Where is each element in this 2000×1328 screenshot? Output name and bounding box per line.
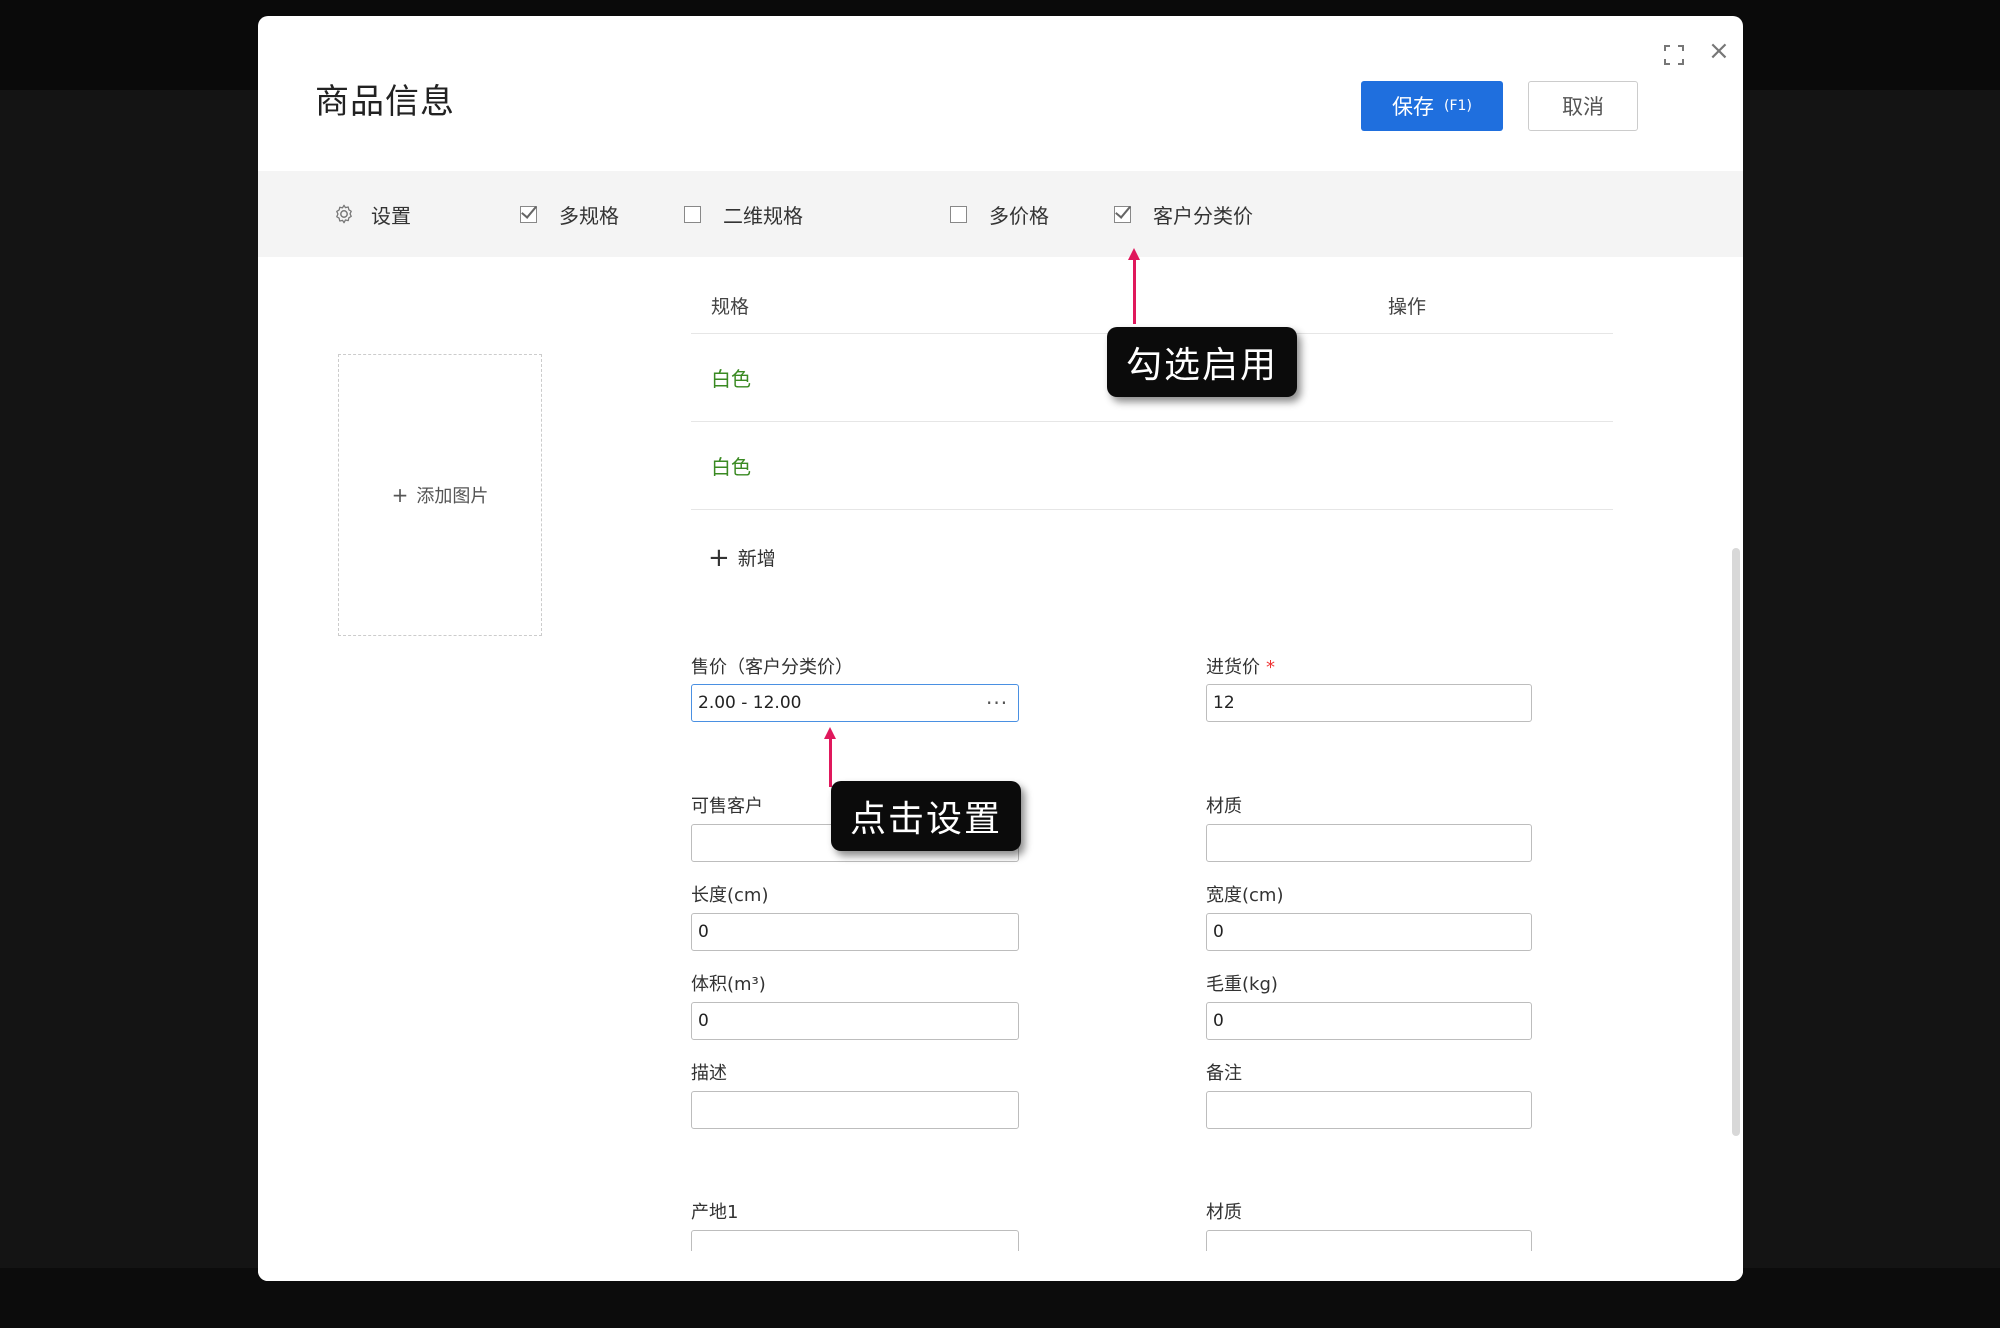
settings-button[interactable]: 设置 xyxy=(333,171,411,257)
volume-input[interactable] xyxy=(691,1002,1019,1040)
add-spec-label: 新增 xyxy=(737,548,776,570)
sale-price-input[interactable] xyxy=(691,684,1019,722)
customers-label: 可售客户 xyxy=(691,796,763,817)
remark-input[interactable] xyxy=(1206,1091,1532,1129)
scrollbar-thumb[interactable] xyxy=(1732,548,1740,1136)
width-label: 宽度(cm) xyxy=(1206,885,1284,906)
required-mark: * xyxy=(1266,657,1275,678)
close-icon[interactable]: × xyxy=(1708,36,1730,66)
add-image-button[interactable]: + 添加图片 xyxy=(338,354,542,636)
customer-class-price-label: 客户分类价 xyxy=(1153,203,1253,228)
gross-weight-input[interactable] xyxy=(1206,1002,1532,1040)
add-image-label: 添加图片 xyxy=(416,486,489,507)
product-info-dialog: 商品信息 × 保存 (F1) 取消 设置 多规格 二维规格 多价格 客户分类价 … xyxy=(258,16,1743,1281)
width-input[interactable] xyxy=(1206,913,1532,951)
spec-row-2[interactable]: 白色 xyxy=(711,451,751,480)
multi-spec-label: 多规格 xyxy=(559,203,619,228)
material-label: 材质 xyxy=(1206,796,1242,817)
remark-label: 备注 xyxy=(1206,1063,1242,1084)
table-divider xyxy=(691,509,1613,510)
settings-bar: 设置 多规格 二维规格 多价格 客户分类价 xyxy=(258,171,1743,257)
arrow-head-icon xyxy=(824,727,836,739)
option-customer-class-price[interactable]: 客户分类价 xyxy=(1114,171,1253,257)
2d-spec-label: 二维规格 xyxy=(723,203,803,228)
add-spec-button[interactable]: + 新增 xyxy=(708,544,776,571)
multi-spec-checkbox[interactable] xyxy=(520,205,537,223)
customer-class-price-checkbox[interactable] xyxy=(1114,205,1131,223)
more-options-icon[interactable]: ··· xyxy=(986,691,1008,715)
fullscreen-icon[interactable] xyxy=(1663,44,1685,66)
dialog-title: 商品信息 xyxy=(315,82,455,122)
plus-icon: + xyxy=(708,542,730,573)
gear-icon xyxy=(336,204,352,224)
origin-label: 产地1 xyxy=(691,1202,739,1223)
option-multi-spec[interactable]: 多规格 xyxy=(520,171,619,257)
save-button[interactable]: 保存 (F1) xyxy=(1361,81,1503,131)
material-input[interactable] xyxy=(1206,824,1532,862)
arrow-head-icon xyxy=(1128,248,1140,260)
save-shortcut: (F1) xyxy=(1444,98,1472,114)
material2-label: 材质 xyxy=(1206,1202,1242,1223)
tip-enable: 勾选启用 xyxy=(1107,327,1297,397)
option-2d-spec[interactable]: 二维规格 xyxy=(684,171,803,257)
gross-weight-label: 毛重(kg) xyxy=(1206,974,1278,995)
description-input[interactable] xyxy=(691,1091,1019,1129)
action-column-header: 操作 xyxy=(1388,296,1427,318)
arrow-to-checkbox xyxy=(1133,258,1136,324)
cancel-button[interactable]: 取消 xyxy=(1528,81,1638,131)
tip-click-settings: 点击设置 xyxy=(831,781,1021,851)
table-divider xyxy=(691,421,1613,422)
arrow-to-price-input xyxy=(829,737,832,787)
spec-column-header: 规格 xyxy=(711,296,750,318)
spec-row-1[interactable]: 白色 xyxy=(711,363,751,392)
plus-icon: + xyxy=(391,483,409,507)
volume-label: 体积(m³) xyxy=(691,974,766,995)
dialog-footer-mask xyxy=(258,1251,1743,1281)
purchase-price-input[interactable] xyxy=(1206,684,1532,722)
length-label: 长度(cm) xyxy=(691,885,769,906)
description-label: 描述 xyxy=(691,1063,727,1084)
save-button-label: 保存 xyxy=(1392,95,1435,119)
option-multi-price[interactable]: 多价格 xyxy=(950,171,1049,257)
settings-label: 设置 xyxy=(371,203,411,228)
multi-price-label: 多价格 xyxy=(989,203,1049,228)
purchase-price-label: 进货价 xyxy=(1206,657,1260,678)
multi-price-checkbox[interactable] xyxy=(950,205,967,223)
length-input[interactable] xyxy=(691,913,1019,951)
sale-price-label: 售价（客户分类价） xyxy=(691,657,853,678)
2d-spec-checkbox[interactable] xyxy=(684,205,701,223)
purchase-price-label-group: 进货价 * xyxy=(1206,653,1275,679)
